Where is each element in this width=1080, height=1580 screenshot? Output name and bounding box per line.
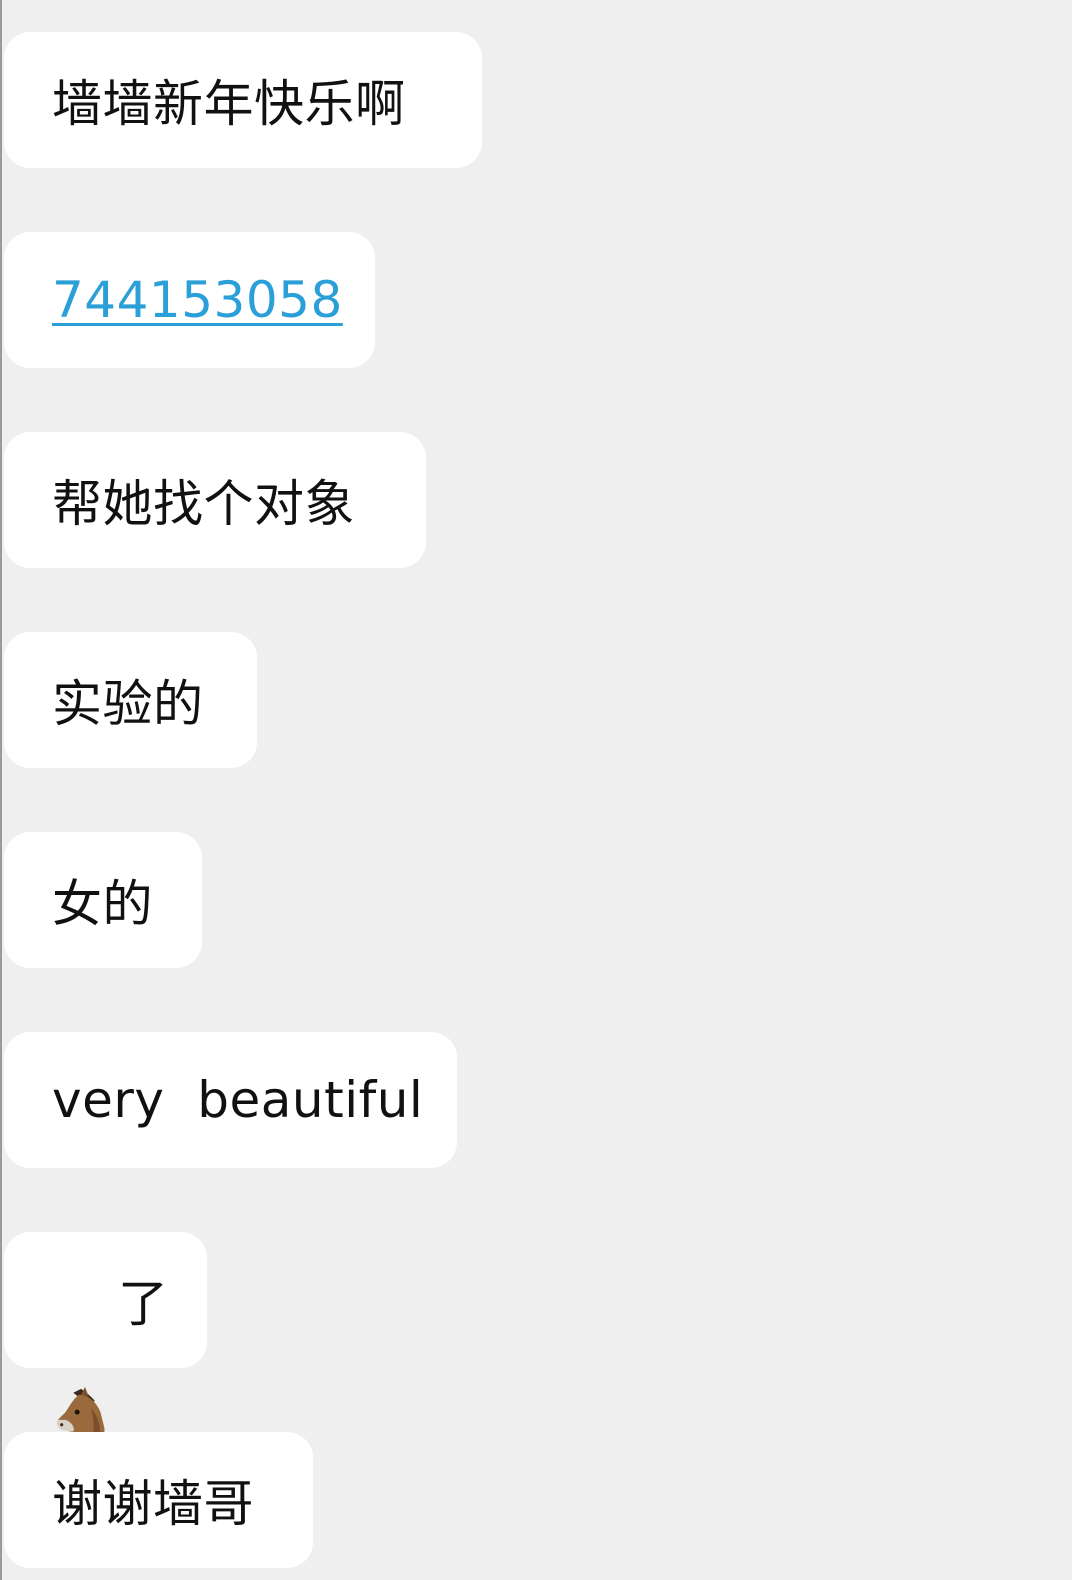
message-bubble[interactable]: 帮她找个对象 [4, 432, 426, 568]
message-text: 了 [118, 1275, 169, 1333]
message-text: 女的 [52, 875, 153, 933]
message-text: 帮她找个对象 [52, 475, 355, 533]
message-bubble[interactable]: 女的 [4, 832, 202, 968]
message-text: 墙墙新年快乐啊 [52, 75, 406, 133]
message-bubble[interactable]: 实验的 [4, 632, 257, 768]
phone-number-link[interactable]: 744153058 [52, 271, 343, 329]
message-bubble[interactable]: very beautiful [4, 1032, 457, 1168]
message-bubble[interactable]: 墙墙新年快乐啊 [4, 32, 482, 168]
message-bubble[interactable]: 了 [4, 1232, 207, 1444]
message-bubble[interactable]: 744153058 [4, 232, 375, 368]
horse-face-icon [52, 1269, 114, 1444]
message-bubble[interactable]: 谢谢墙哥 [4, 1432, 313, 1568]
chat-message-list: 墙墙新年快乐啊 744153058 帮她找个对象 实验的 女的 very bea… [0, 0, 1072, 1580]
right-edge-strip [1072, 0, 1080, 1580]
message-text: very beautiful [52, 1071, 424, 1129]
message-text: 谢谢墙哥 [52, 1475, 254, 1533]
message-text: 实验的 [52, 675, 204, 733]
